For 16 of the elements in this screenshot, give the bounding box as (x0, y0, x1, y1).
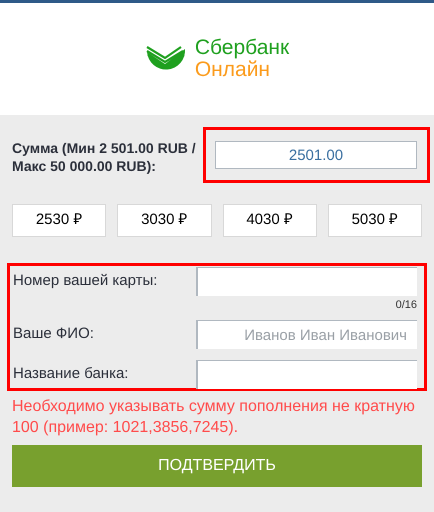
amount-field[interactable]: 2501.00 (215, 141, 417, 169)
character-counter: 0/16 (396, 298, 417, 313)
field-label: Номер вашей карты: (13, 271, 158, 291)
text-field[interactable] (196, 267, 417, 296)
error-message: Необходимо указывать сумму пополнения не кратную 100 (пример: 1021,3856,7245). (11, 397, 416, 438)
field-label: Название банка: (13, 364, 130, 384)
logo-title: Сбербанк (194, 37, 290, 59)
amount-preset-button[interactable]: 5030 ₽ (328, 204, 422, 237)
text-field[interactable]: Иванов Иван Иванович (196, 320, 417, 349)
amount-label: Сумма (Мин 2 501.00 RUB / Макс 50 000.00 RUB): (12, 139, 197, 175)
amount-preset-button[interactable]: 2530 ₽ (12, 204, 106, 237)
amount-preset-button[interactable]: 3030 ₽ (117, 204, 212, 237)
logo-subtitle: Онлайн (194, 59, 270, 81)
field-label: Ваше ФИО: (13, 324, 95, 344)
text-field[interactable] (196, 360, 417, 389)
amount-preset-button[interactable]: 4030 ₽ (222, 204, 317, 237)
